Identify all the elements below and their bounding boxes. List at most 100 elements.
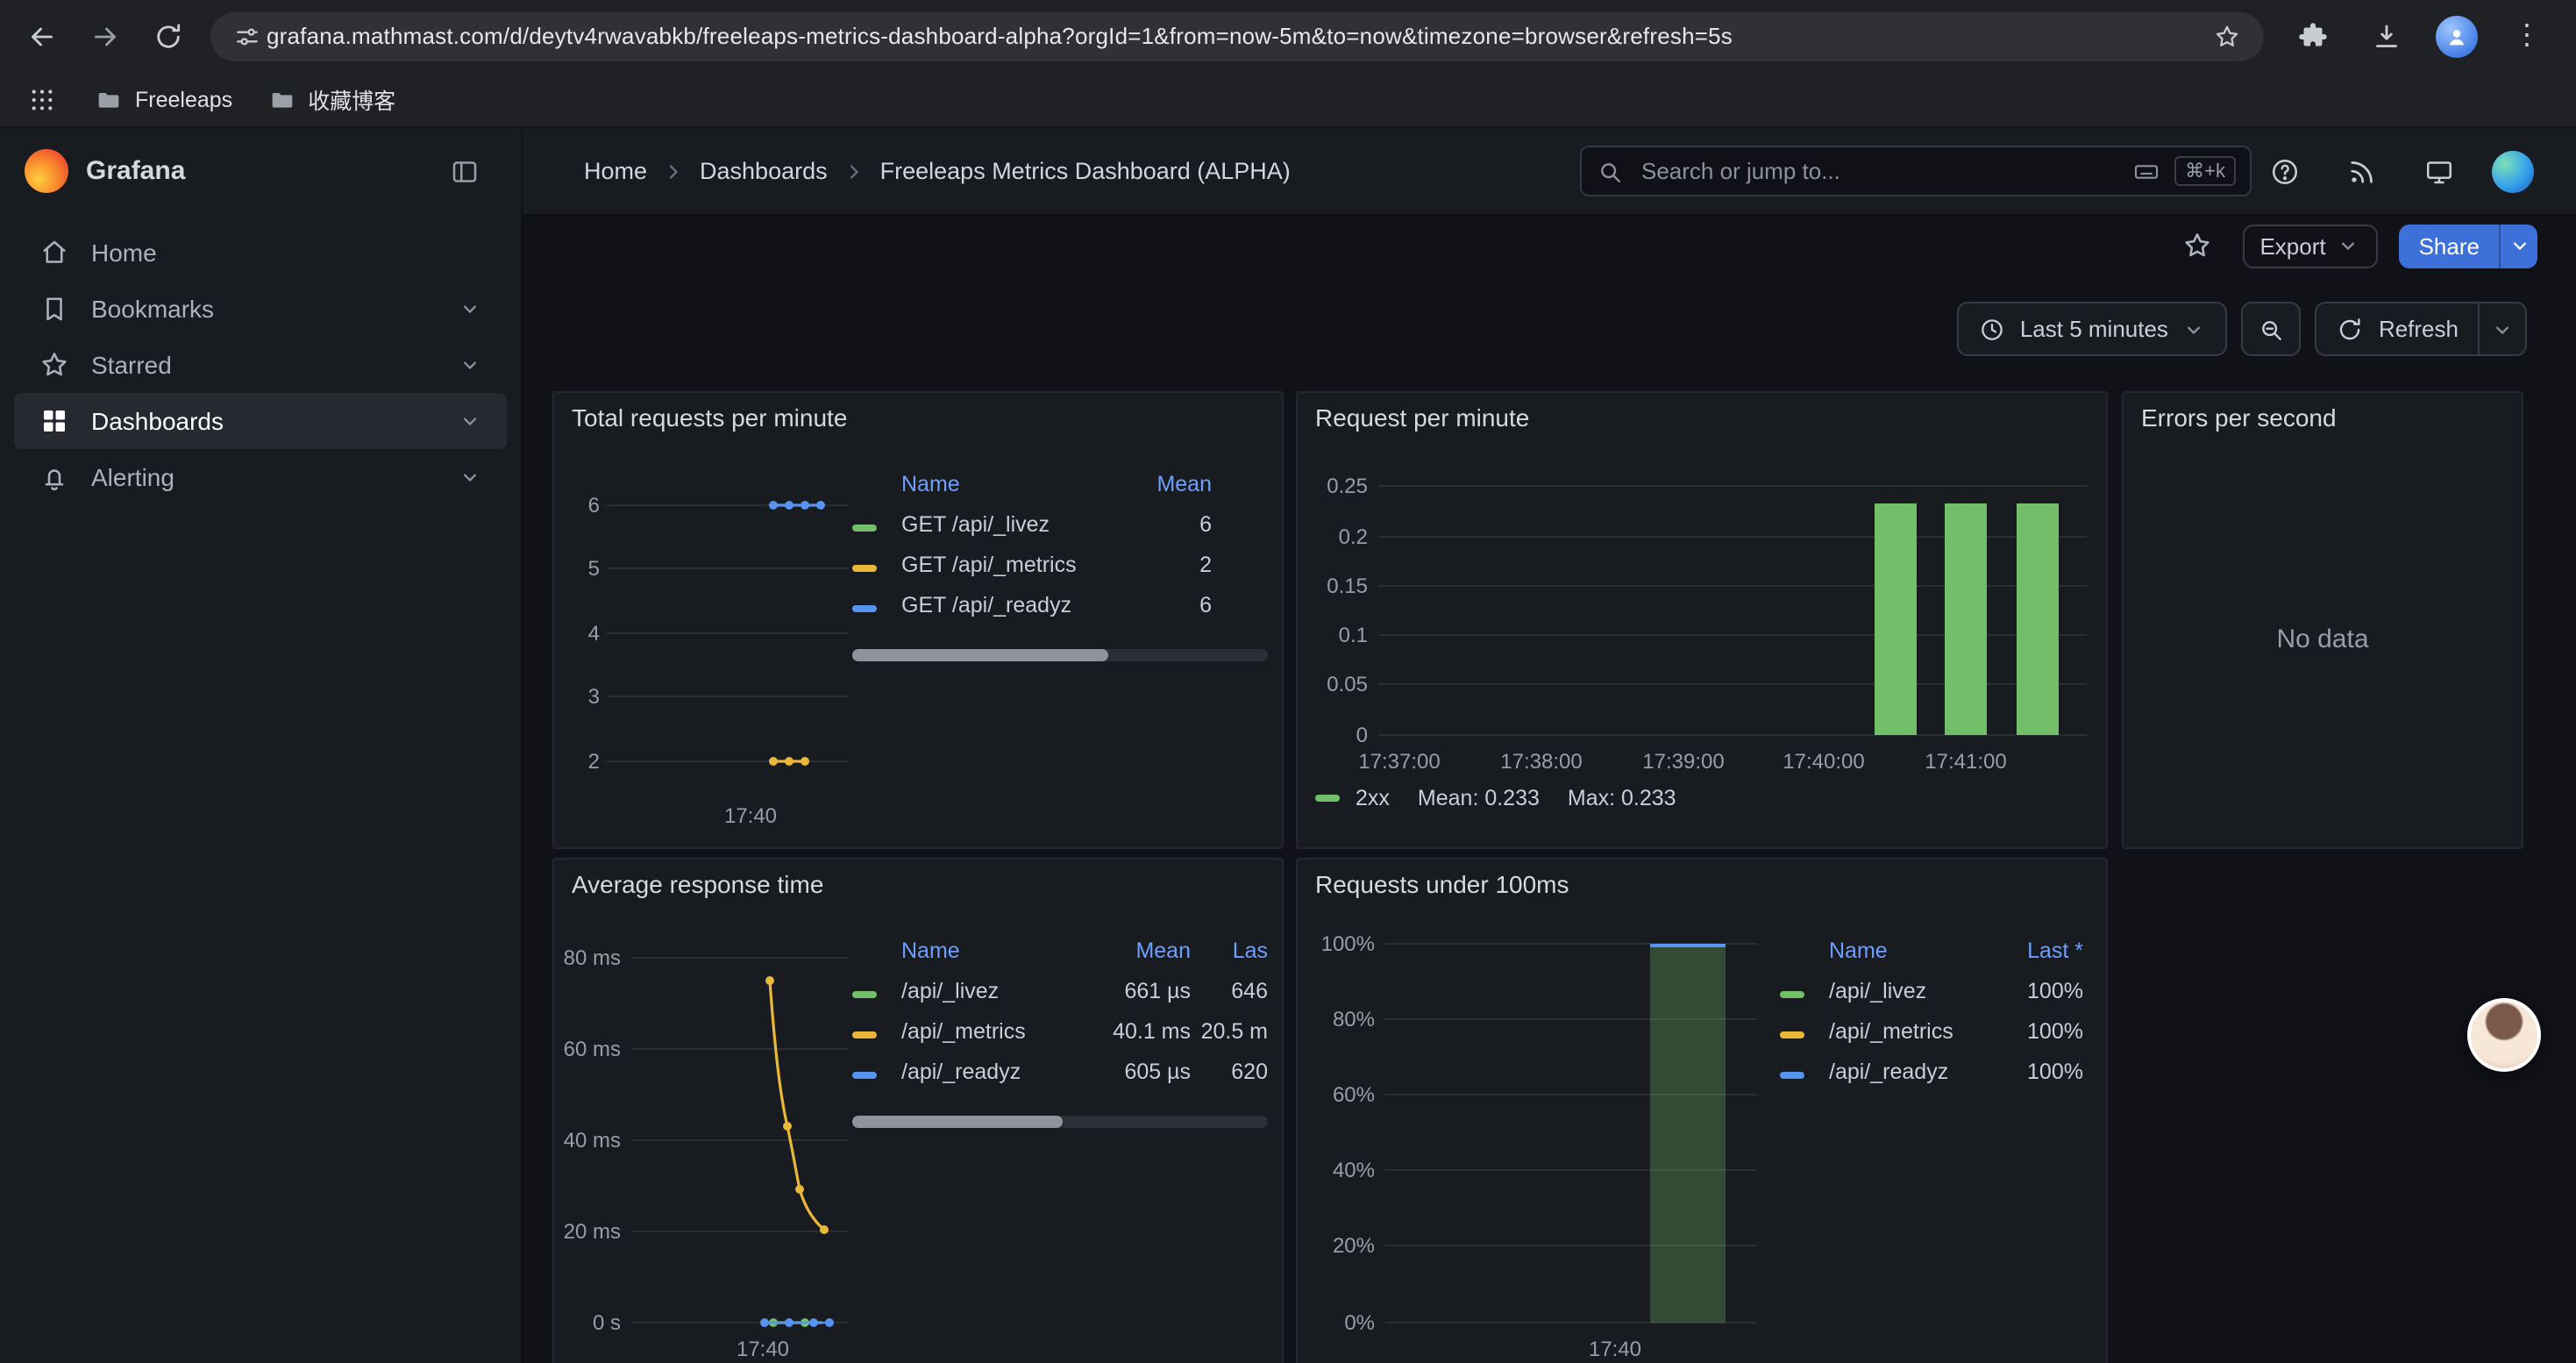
sidebar-toggle-button[interactable] xyxy=(440,146,489,196)
legend-header-last[interactable]: Las xyxy=(1191,938,1268,963)
back-button[interactable] xyxy=(18,11,67,61)
tune-icon xyxy=(233,22,261,50)
help-button[interactable] xyxy=(2260,146,2309,196)
legend-series-name[interactable]: GET /api/_readyz xyxy=(891,592,1121,617)
site-info-icon[interactable] xyxy=(228,11,267,61)
y-tick: 0% xyxy=(1301,1310,1375,1335)
search-bar[interactable]: ⌘+k xyxy=(1580,146,2252,196)
apps-button[interactable] xyxy=(25,75,60,124)
sidebar-item-bookmarks[interactable]: Bookmarks xyxy=(14,281,507,337)
header-icons xyxy=(2260,146,2534,196)
time-range-button[interactable]: Last 5 minutes xyxy=(1957,302,2228,356)
star-icon xyxy=(2213,22,2241,50)
browser-profile-avatar[interactable] xyxy=(2436,15,2478,57)
y-tick: 40 ms xyxy=(558,1128,621,1152)
chevron-down-icon xyxy=(2507,233,2531,258)
news-button[interactable] xyxy=(2338,146,2387,196)
forward-button[interactable] xyxy=(81,11,130,61)
legend-series-name[interactable]: /api/_metrics xyxy=(1818,1018,1992,1043)
browser-toolbar: grafana.mathmast.com/d/deytv4rwavabkb/fr… xyxy=(0,0,2576,72)
refresh-interval-caret[interactable] xyxy=(2478,303,2525,354)
grafana-user-avatar[interactable] xyxy=(2492,150,2534,192)
refresh-button[interactable]: Refresh xyxy=(2317,303,2478,354)
legend-series-name[interactable]: /api/_livez xyxy=(1818,978,1992,1003)
bookmark-folder-blogs[interactable]: 收藏博客 xyxy=(267,82,395,116)
url-text[interactable]: grafana.mathmast.com/d/deytv4rwavabkb/fr… xyxy=(267,23,2208,49)
chevron-right-icon xyxy=(661,159,686,183)
legend-series-name[interactable]: /api/_readyz xyxy=(1818,1059,1992,1083)
panel-left-icon xyxy=(449,155,480,187)
sidebar-item-home[interactable]: Home xyxy=(14,225,507,281)
bookmarks-bar: Freeleaps 收藏博客 xyxy=(0,72,2576,128)
search-icon xyxy=(1596,157,1624,185)
panel-errors-per-second: Errors per second No data xyxy=(2122,391,2523,849)
grafana-sidebar: Grafana Home Bookmarks Starred xyxy=(0,128,523,1363)
x-tick: 17:38:00 xyxy=(1485,749,1598,774)
legend-scrollbar[interactable] xyxy=(852,1116,1268,1128)
star-icon xyxy=(2181,230,2212,261)
sidebar-item-dashboards[interactable]: Dashboards xyxy=(14,393,507,449)
star-icon xyxy=(39,349,70,381)
bookmark-folder-freeleaps[interactable]: Freeleaps xyxy=(95,85,232,113)
kiosk-button[interactable] xyxy=(2415,146,2464,196)
search-input[interactable] xyxy=(1638,156,2118,186)
sidebar-nav: Home Bookmarks Starred Dashboards xyxy=(0,214,521,505)
share-caret-button[interactable] xyxy=(2499,224,2537,268)
legend-series-name[interactable]: /api/_readyz xyxy=(891,1059,1085,1083)
series-color xyxy=(852,1031,877,1038)
legend-header-last[interactable]: Last * xyxy=(1992,938,2083,963)
refresh-group: Refresh xyxy=(2316,302,2527,356)
scrollbar-thumb[interactable] xyxy=(852,649,1108,661)
legend-header-mean[interactable]: Mean xyxy=(1121,472,1212,496)
legend-series-name[interactable]: /api/_livez xyxy=(891,978,1085,1003)
chevron-down-icon[interactable] xyxy=(458,409,482,433)
bell-icon xyxy=(39,461,70,493)
extensions-button[interactable] xyxy=(2288,11,2338,61)
breadcrumb-home[interactable]: Home xyxy=(584,158,647,184)
panel-request-per-minute: Request per minute 0.25 0.2 0.15 xyxy=(1296,391,2108,849)
chevron-down-icon[interactable] xyxy=(458,296,482,321)
no-data-message: No data xyxy=(2124,624,2522,654)
x-tick: 17:40 xyxy=(701,803,800,828)
folder-icon xyxy=(95,85,123,113)
legend-row: /api/_metrics 40.1 ms 20.5 m xyxy=(852,1010,1268,1051)
extensions-icon xyxy=(2297,20,2329,52)
legend-header-name[interactable]: Name xyxy=(1818,938,1992,963)
browser-menu-button[interactable]: ⋮ xyxy=(2502,11,2551,61)
grafana-logo[interactable] xyxy=(25,149,68,193)
time-controls: Last 5 minutes Refresh xyxy=(1957,302,2527,356)
sidebar-item-starred[interactable]: Starred xyxy=(14,337,507,393)
sidebar-item-alerting[interactable]: Alerting xyxy=(14,449,507,505)
chevron-down-icon[interactable] xyxy=(458,465,482,489)
export-button[interactable]: Export xyxy=(2242,224,2378,268)
chevron-down-icon xyxy=(2337,233,2361,258)
legend-series-name[interactable]: 2xx xyxy=(1356,786,1390,810)
bookmark-star-button[interactable] xyxy=(2208,11,2246,61)
legend-series-name[interactable]: /api/_metrics xyxy=(891,1018,1085,1043)
screen: grafana.mathmast.com/d/deytv4rwavabkb/fr… xyxy=(0,0,2576,1363)
legend-row: GET /api/_readyz 6 xyxy=(852,584,1268,624)
download-icon xyxy=(2371,20,2402,52)
legend-row: /api/_metrics 100% xyxy=(1780,1010,2083,1051)
floating-avatar[interactable] xyxy=(2467,998,2541,1072)
legend-header-name[interactable]: Name xyxy=(891,472,1121,496)
breadcrumb-dashboards[interactable]: Dashboards xyxy=(700,158,828,184)
y-tick: 6 xyxy=(558,493,600,517)
breadcrumb-current: Freeleaps Metrics Dashboard (ALPHA) xyxy=(880,158,1291,184)
downloads-button[interactable] xyxy=(2362,11,2411,61)
legend: 2xx Mean: 0.233 Max: 0.233 xyxy=(1315,786,1676,810)
zoom-out-button[interactable] xyxy=(2242,302,2302,356)
legend-header-name[interactable]: Name xyxy=(891,938,1085,963)
reload-button[interactable] xyxy=(144,11,193,61)
legend-header-mean[interactable]: Mean xyxy=(1085,938,1191,963)
share-button[interactable]: Share xyxy=(2400,224,2537,268)
panel-title[interactable]: Errors per second xyxy=(2141,403,2337,432)
legend-series-name[interactable]: GET /api/_metrics xyxy=(891,552,1121,576)
legend-scrollbar[interactable] xyxy=(852,649,1268,661)
url-bar[interactable]: grafana.mathmast.com/d/deytv4rwavabkb/fr… xyxy=(210,11,2264,61)
legend-series-name[interactable]: GET /api/_livez xyxy=(891,511,1121,536)
favorite-dashboard-button[interactable] xyxy=(2172,221,2221,270)
chevron-down-icon[interactable] xyxy=(458,353,482,377)
scrollbar-thumb[interactable] xyxy=(852,1116,1063,1128)
sidebar-brand: Grafana xyxy=(0,128,521,214)
